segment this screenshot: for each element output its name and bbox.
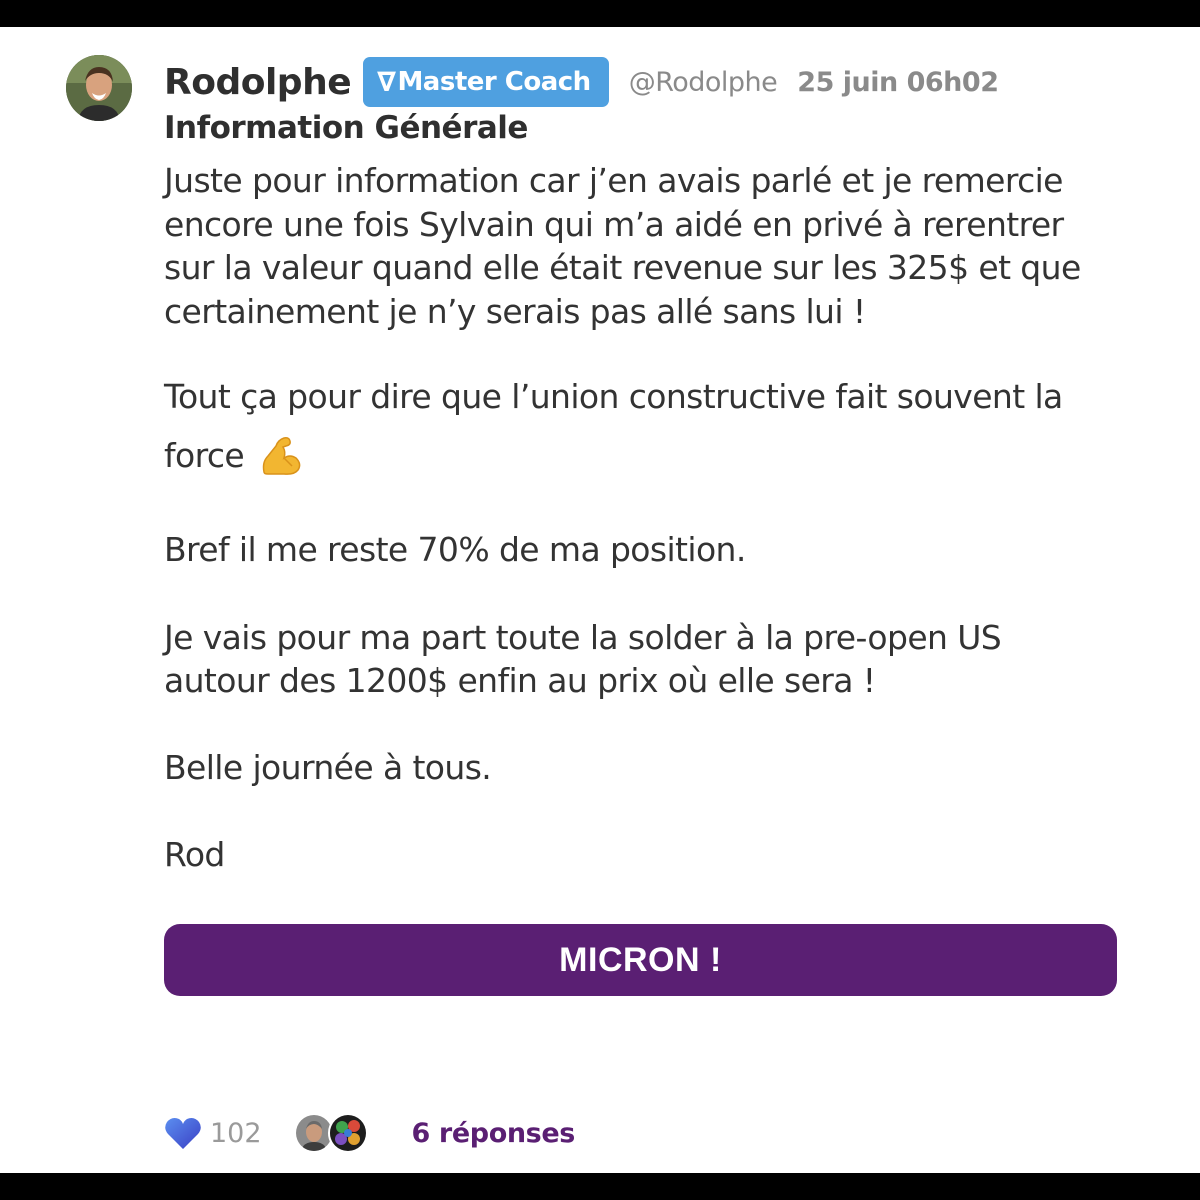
reply-avatars[interactable] bbox=[293, 1113, 368, 1153]
micron-tag-button[interactable]: MICRON ! bbox=[164, 924, 1117, 996]
body-paragraph: Belle journée à tous. bbox=[164, 748, 492, 787]
body-text: force bbox=[164, 435, 245, 475]
post-header: Rodolphe ∇ Master Coach @Rodolphe 25 jui… bbox=[164, 57, 999, 107]
master-coach-badge: ∇ Master Coach bbox=[363, 57, 609, 107]
body-line-with-emoji: force bbox=[164, 432, 304, 478]
cta-label: MICRON ! bbox=[559, 940, 722, 979]
like-count: 102 bbox=[210, 1117, 262, 1149]
post-category-title: Information Générale bbox=[164, 110, 528, 146]
body-paragraph: Bref il me reste 70% de ma position. bbox=[164, 530, 746, 569]
body-line: Je vais pour ma part toute la solder à l… bbox=[164, 618, 1002, 657]
replies-link[interactable]: 6 réponses bbox=[412, 1118, 576, 1149]
post-footer: 102 6 réponses bbox=[164, 1112, 575, 1154]
body-line: sur la valeur quand elle était revenue s… bbox=[164, 248, 1081, 287]
author-handle[interactable]: @Rodolphe bbox=[629, 67, 778, 98]
author-avatar[interactable] bbox=[66, 55, 132, 121]
post-body: Juste pour information car j’en avais pa… bbox=[164, 159, 1144, 333]
body-paragraph: Tout ça pour dire que l’union constructi… bbox=[164, 377, 1063, 416]
avatar bbox=[327, 1113, 368, 1153]
author-name[interactable]: Rodolphe bbox=[164, 62, 352, 103]
post-timestamp: 25 juin 06h02 bbox=[797, 66, 999, 98]
body-line: autour des 1200$ enfin au prix où elle s… bbox=[164, 661, 876, 700]
flexed-biceps-icon bbox=[262, 437, 301, 475]
brand-logo-icon: ∇ bbox=[377, 66, 396, 98]
post-signature: Rod bbox=[164, 835, 225, 874]
heart-icon[interactable] bbox=[164, 1116, 202, 1150]
post-card: Rodolphe ∇ Master Coach @Rodolphe 25 jui… bbox=[0, 27, 1200, 1173]
body-line: encore une fois Sylvain qui m’a aidé en … bbox=[164, 204, 1064, 244]
body-line: certainement je n’y serais pas allé sans… bbox=[164, 291, 866, 331]
body-line: Juste pour information car j’en avais pa… bbox=[164, 161, 1063, 200]
badge-label: Master Coach bbox=[397, 67, 591, 97]
